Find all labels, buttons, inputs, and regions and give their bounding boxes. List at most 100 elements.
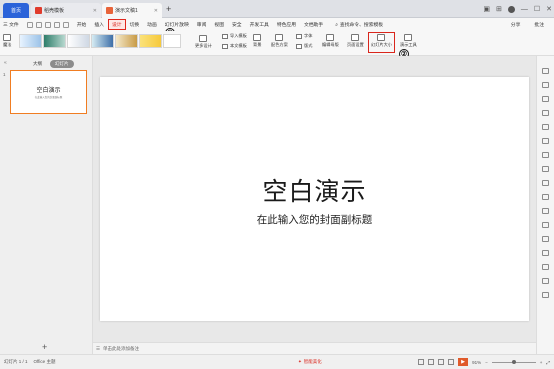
- slide-canvas[interactable]: 空白演示 在此输入您的封面副标题: [100, 77, 529, 321]
- page-setup-button[interactable]: 页面设置: [347, 34, 364, 48]
- slide-subtitle[interactable]: 在此输入您的封面副标题: [257, 212, 373, 227]
- minimize-icon[interactable]: —: [521, 6, 528, 13]
- print-icon[interactable]: [35, 21, 42, 28]
- theme-item[interactable]: [163, 34, 181, 48]
- tab-doc2-label: 演示文稿1: [115, 8, 138, 14]
- smart-beautify-button[interactable]: ✦ 智能美化: [298, 359, 322, 365]
- zoom-out-icon[interactable]: −: [485, 360, 488, 365]
- background-icon: [253, 34, 262, 41]
- theme-item[interactable]: [19, 34, 42, 48]
- download-icon[interactable]: [542, 292, 549, 298]
- effects-icon[interactable]: [542, 236, 549, 242]
- import-template-button[interactable]: 导入模板: [222, 33, 247, 39]
- grid-icon[interactable]: ⊞: [496, 5, 502, 13]
- tab-presentation1[interactable]: 演示文稿1 ✕: [102, 3, 162, 18]
- tab-slides[interactable]: 幻灯片: [50, 60, 74, 68]
- undo-icon[interactable]: [53, 21, 60, 28]
- theme-item[interactable]: [43, 34, 66, 48]
- normal-view-icon[interactable]: [428, 359, 435, 365]
- collapse-icon[interactable]: «: [4, 60, 7, 66]
- beautify-icon: ✦: [298, 359, 302, 364]
- beautify-button[interactable]: 魔法: [3, 34, 11, 48]
- target-icon[interactable]: [542, 222, 549, 228]
- monitor-icon: [404, 34, 413, 41]
- pen-icon[interactable]: [542, 124, 549, 130]
- copy-icon[interactable]: [542, 138, 549, 144]
- layout-button[interactable]: 版式: [296, 43, 312, 49]
- table-icon[interactable]: [542, 180, 549, 186]
- menu-slideshow[interactable]: 幻灯片放映: [161, 21, 193, 28]
- menu-start[interactable]: 开始: [73, 21, 91, 28]
- save-icon[interactable]: [26, 21, 33, 28]
- menu-view[interactable]: 视图: [210, 21, 228, 28]
- play-icon[interactable]: ▶: [458, 358, 469, 366]
- right-toolbar: [536, 56, 554, 354]
- fill-icon[interactable]: [542, 96, 549, 102]
- menu-doc-assistant[interactable]: 文档助手: [300, 21, 327, 28]
- search-icon: ⌕: [335, 22, 338, 28]
- animation-icon[interactable]: [542, 110, 549, 116]
- redo-icon[interactable]: [62, 21, 69, 28]
- edit-master-button[interactable]: 编辑母版: [322, 34, 339, 48]
- tab-doc1-label: 稻壳模板: [44, 8, 65, 14]
- share-icon[interactable]: [542, 278, 549, 284]
- font-button[interactable]: 字体: [296, 33, 312, 39]
- chart-icon[interactable]: [542, 166, 549, 172]
- share-button[interactable]: 分享: [507, 21, 525, 28]
- help-icon[interactable]: [542, 264, 549, 270]
- location-icon[interactable]: [542, 208, 549, 214]
- menu-review[interactable]: 审阅: [193, 21, 211, 28]
- more-design-button[interactable]: 更多设计: [195, 35, 212, 49]
- layers-icon[interactable]: [542, 152, 549, 158]
- page-setup-label: 页面设置: [347, 42, 364, 47]
- avatar[interactable]: [507, 5, 515, 13]
- background-button[interactable]: 背景: [253, 34, 261, 48]
- shape-icon[interactable]: [542, 82, 549, 88]
- menu-special[interactable]: 特色应用: [273, 21, 300, 28]
- fit-window-icon[interactable]: ⤢: [546, 360, 550, 365]
- slide-thumbnail[interactable]: 空白演示 在此输入您的封面副标题: [10, 70, 87, 114]
- comment-button[interactable]: 批注: [530, 21, 548, 28]
- close-icon[interactable]: ✕: [154, 8, 158, 14]
- theme-item[interactable]: [91, 34, 114, 48]
- this-template-label: 本文模板: [230, 43, 247, 48]
- zoom-slider[interactable]: [491, 359, 536, 364]
- menu-transition[interactable]: 切换: [126, 21, 144, 28]
- close-icon[interactable]: ✕: [93, 8, 97, 14]
- sorter-view-icon[interactable]: [438, 359, 445, 365]
- layout-icon: [296, 43, 302, 49]
- close-window-icon[interactable]: ✕: [546, 5, 552, 13]
- theme-item[interactable]: [139, 34, 162, 48]
- new-tab-icon[interactable]: +: [166, 4, 171, 14]
- zoom-in-icon[interactable]: +: [540, 360, 543, 365]
- image-icon[interactable]: [542, 194, 549, 200]
- design-ribbon: 魔法 更多设计 导入模板 本文模板 背景 配色方案 字体 版式 编辑母版 页面设…: [0, 31, 554, 56]
- theme-item[interactable]: [115, 34, 138, 48]
- panel-tabs: 大纲 幻灯片: [28, 60, 74, 68]
- menu-design[interactable]: 设计: [107, 19, 126, 30]
- menu-insert[interactable]: 插入: [90, 21, 108, 28]
- add-slide-icon[interactable]: +: [42, 342, 47, 352]
- color-scheme-button[interactable]: 配色方案: [271, 34, 288, 48]
- preview-icon[interactable]: [44, 21, 51, 28]
- file-menu[interactable]: 三 文件: [0, 21, 23, 28]
- menu-animation[interactable]: 动画: [143, 21, 161, 28]
- tab-docer-templates[interactable]: 稻壳模板 ✕: [31, 3, 101, 18]
- menu-developer[interactable]: 开发工具: [246, 21, 273, 28]
- this-template-button[interactable]: 本文模板: [222, 43, 247, 49]
- notes-bar[interactable]: ☰ 单击此处添加备注: [93, 342, 536, 354]
- tab-home[interactable]: 首页: [3, 3, 29, 18]
- settings-icon[interactable]: [542, 68, 549, 74]
- reading-view-icon[interactable]: [448, 359, 455, 365]
- show-tools-button[interactable]: 演示工具: [400, 34, 417, 48]
- menu-security[interactable]: 安全: [228, 21, 246, 28]
- theme-item[interactable]: [67, 34, 90, 48]
- user-icon[interactable]: [542, 250, 549, 256]
- docer-icon: [35, 7, 42, 14]
- command-search[interactable]: ⌕ 查找命令、搜索模板: [331, 21, 387, 29]
- tab-outline[interactable]: 大纲: [28, 60, 47, 68]
- maximize-icon[interactable]: ☐: [534, 5, 540, 13]
- layout-icon[interactable]: ▣: [483, 5, 490, 13]
- slide-title[interactable]: 空白演示: [262, 172, 366, 208]
- notes-view-icon[interactable]: [418, 359, 425, 365]
